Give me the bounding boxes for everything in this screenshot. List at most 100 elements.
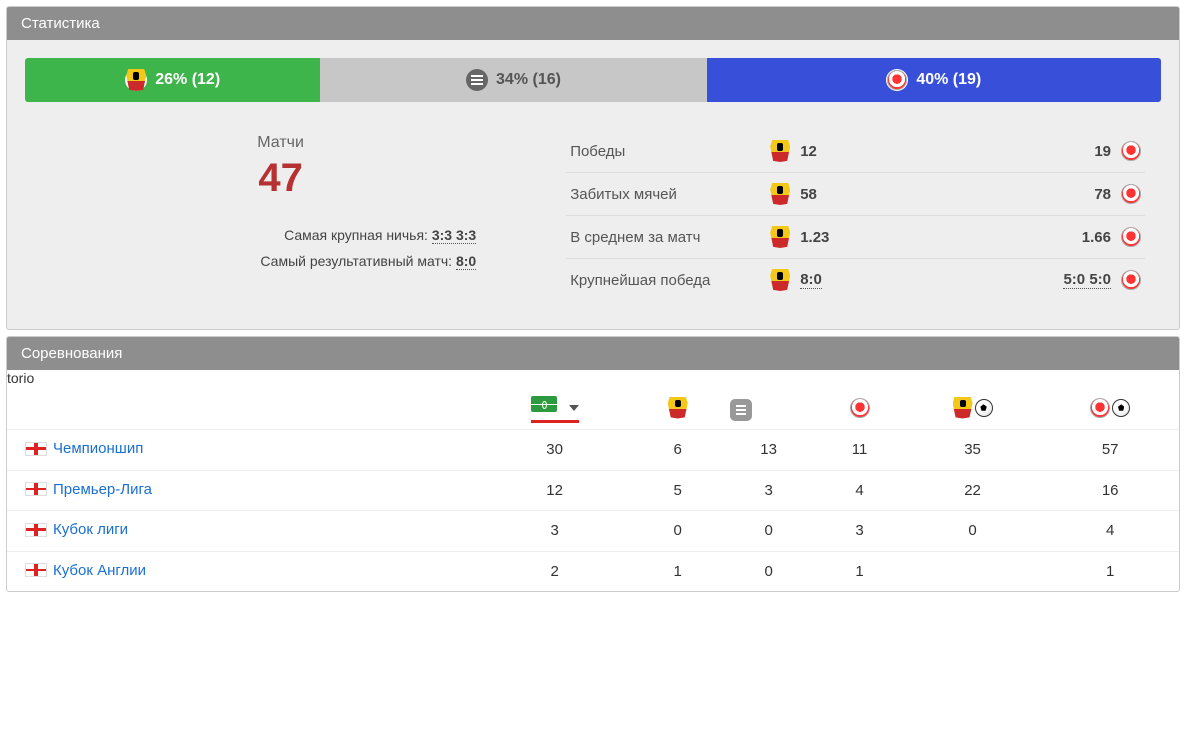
- cell-draws: 0: [722, 551, 815, 591]
- cell-wins-a: 1: [633, 551, 721, 591]
- row-avg-team-b: 1.66: [1082, 229, 1111, 246]
- row-biggest-win-label: Крупнейшая победа: [570, 272, 770, 289]
- pitch-icon: [531, 396, 557, 412]
- cell-wins-b: 4: [815, 470, 903, 511]
- ball-icon: [1112, 399, 1130, 417]
- team-b-crest-icon: [886, 69, 908, 91]
- team-a-crest-icon: [770, 226, 790, 248]
- team-b-crest-icon: [1121, 184, 1141, 204]
- competition-row: Кубок Англии 2 1 0 1 1: [7, 551, 1179, 591]
- team-b-crest-icon: [1121, 227, 1141, 247]
- competitions-table: Чемпионшип 30 6 13 11 35 57 Премьер-Лига…: [7, 386, 1179, 591]
- bar-team-a-text: 26% (12): [155, 71, 220, 89]
- team-b-crest-icon: [1121, 270, 1141, 290]
- competition-link[interactable]: Кубок Англии: [25, 562, 146, 579]
- team-b-crest-icon: [1121, 141, 1141, 161]
- competitions-panel: Соревнования torio: [6, 336, 1180, 592]
- cell-wins-b: 11: [815, 430, 903, 471]
- cell-goals-a: [904, 551, 1042, 591]
- biggest-draw-label: Самая крупная ничья:: [284, 227, 428, 243]
- cell-wins-b: 3: [815, 511, 903, 552]
- team-a-crest-icon: [770, 183, 790, 205]
- highest-scoring-label: Самый результативный матч:: [260, 253, 452, 269]
- bar-team-a-wins[interactable]: 26% (12): [25, 58, 320, 102]
- cell-goals-b: 1: [1041, 551, 1179, 591]
- col-wins-team-a[interactable]: [633, 386, 721, 430]
- col-draws[interactable]: [722, 386, 815, 430]
- row-goals-team-b: 78: [1094, 186, 1111, 203]
- flag-england-icon: [25, 523, 47, 537]
- cell-wins-a: 5: [633, 470, 721, 511]
- competition-name: Чемпионшип: [53, 440, 143, 457]
- row-biggest-win-team-b[interactable]: 5:0 5:0: [1063, 271, 1111, 289]
- cell-goals-b: 57: [1041, 430, 1179, 471]
- competitions-header-row: [7, 386, 1179, 430]
- cell-wins-a: 6: [633, 430, 721, 471]
- flag-england-icon: [25, 482, 47, 496]
- team-a-crest-icon: [668, 397, 688, 419]
- cell-matches: 3: [476, 511, 634, 552]
- cell-matches: 12: [476, 470, 634, 511]
- row-wins: Победы 12 19: [566, 130, 1145, 173]
- matches-count: 47: [25, 156, 536, 201]
- biggest-draw-value[interactable]: 3:3 3:3: [432, 227, 476, 244]
- bar-draw-text: 34% (16): [496, 71, 561, 89]
- team-a-crest-icon: [125, 69, 147, 91]
- competition-name: Кубок лиги: [53, 521, 128, 538]
- cell-draws: 3: [722, 470, 815, 511]
- team-a-crest-icon: [953, 397, 973, 419]
- draw-icon: [466, 69, 488, 91]
- cell-goals-b: 16: [1041, 470, 1179, 511]
- row-wins-team-b: 19: [1094, 143, 1111, 160]
- team-a-crest-icon: [770, 140, 790, 162]
- row-biggest-win-team-a[interactable]: 8:0: [800, 271, 822, 289]
- row-goals: Забитых мячей 58 78: [566, 173, 1145, 216]
- statistics-panel: Статистика 26% (12) 34% (16) 40% (19) Ма…: [6, 6, 1180, 330]
- bar-team-b-text: 40% (19): [916, 71, 981, 89]
- competition-row: Кубок лиги 3 0 0 3 0 4: [7, 511, 1179, 552]
- sort-desc-icon: [569, 405, 579, 411]
- col-goals-team-b[interactable]: [1041, 386, 1179, 430]
- row-biggest-win: Крупнейшая победа 8:0 5:0 5:0: [566, 259, 1145, 301]
- per-team-block: Победы 12 19 Забитых мячей 58: [566, 130, 1161, 301]
- competition-row: Чемпионшип 30 6 13 11 35 57: [7, 430, 1179, 471]
- cell-goals-b: 4: [1041, 511, 1179, 552]
- flag-england-icon: [25, 442, 47, 456]
- cell-goals-a: 22: [904, 470, 1042, 511]
- cell-goals-a: 35: [904, 430, 1042, 471]
- competition-link[interactable]: Чемпионшип: [25, 440, 143, 457]
- bar-draws[interactable]: 34% (16): [320, 58, 706, 102]
- competitions-title: Соревнования: [7, 337, 1179, 370]
- h2h-result-bar: 26% (12) 34% (16) 40% (19): [25, 58, 1161, 102]
- team-b-crest-icon: [850, 398, 870, 418]
- highest-scoring-value[interactable]: 8:0: [456, 253, 476, 270]
- row-avg: В среднем за матч 1.23 1.66: [566, 216, 1145, 259]
- row-avg-label: В среднем за матч: [570, 229, 770, 246]
- statistics-title: Статистика: [7, 7, 1179, 40]
- matches-label: Матчи: [25, 134, 536, 152]
- flag-england-icon: [25, 563, 47, 577]
- draw-icon: [730, 399, 752, 421]
- cell-draws: 13: [722, 430, 815, 471]
- cell-wins-a: 0: [633, 511, 721, 552]
- col-matches[interactable]: [476, 386, 634, 430]
- statistics-body: 26% (12) 34% (16) 40% (19) Матчи 47 Сама…: [7, 40, 1179, 329]
- row-wins-team-a: 12: [800, 143, 817, 160]
- competition-link[interactable]: Премьер-Лига: [25, 481, 152, 498]
- team-a-crest-icon: [770, 269, 790, 291]
- cell-matches: 30: [476, 430, 634, 471]
- competition-link[interactable]: Кубок лиги: [25, 521, 128, 538]
- bar-team-b-wins[interactable]: 40% (19): [707, 58, 1161, 102]
- overall-block: Матчи 47 Самая крупная ничья: 3:3 3:3 Са…: [25, 130, 536, 301]
- competition-row: Премьер-Лига 12 5 3 4 22 16: [7, 470, 1179, 511]
- cell-matches: 2: [476, 551, 634, 591]
- competition-name: Премьер-Лига: [53, 481, 152, 498]
- team-b-crest-icon: [1090, 398, 1110, 418]
- row-goals-label: Забитых мячей: [570, 186, 770, 203]
- cell-goals-a: 0: [904, 511, 1042, 552]
- col-goals-team-a[interactable]: [904, 386, 1042, 430]
- competition-name: Кубок Англии: [53, 562, 146, 579]
- row-wins-label: Победы: [570, 143, 770, 160]
- row-goals-team-a: 58: [800, 186, 817, 203]
- col-wins-team-b[interactable]: [815, 386, 903, 430]
